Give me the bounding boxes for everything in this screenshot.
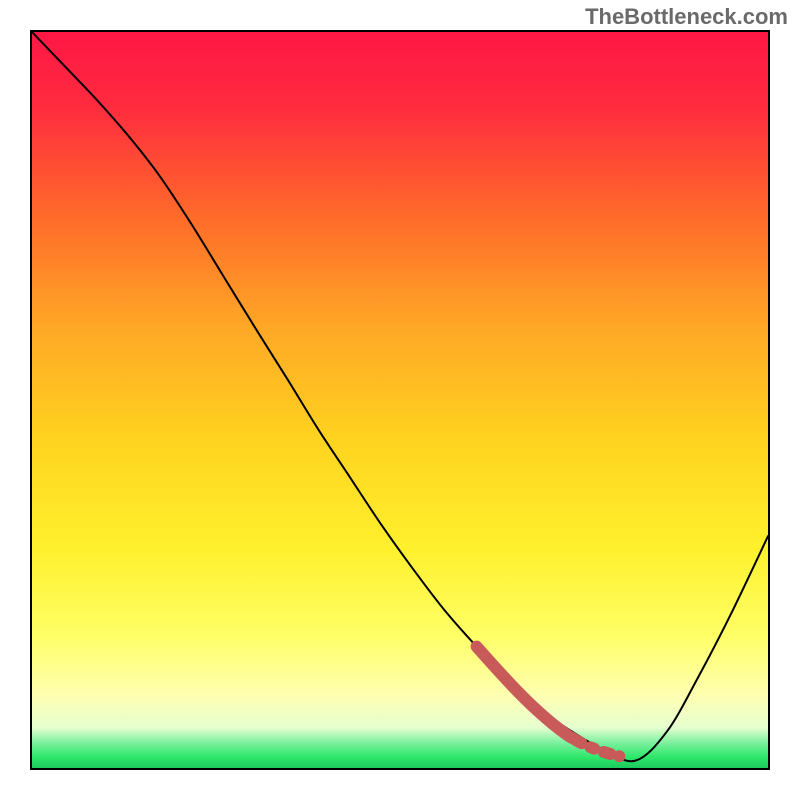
accent-end-dot: [613, 750, 625, 762]
chart-svg: [32, 32, 768, 768]
watermark-text: TheBottleneck.com: [585, 4, 788, 30]
chart-background: [32, 32, 768, 768]
chart-plot-area: [30, 30, 770, 770]
